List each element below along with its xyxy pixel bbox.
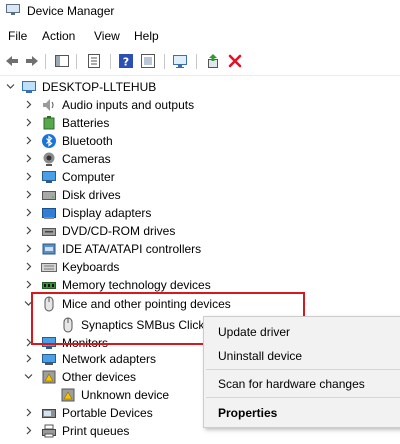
expand-chevron-icon[interactable] [23,407,34,418]
context-uninstall-device[interactable]: Uninstall device [218,349,302,363]
memory-icon [42,282,56,289]
menu-separator [206,369,400,370]
expand-chevron-icon[interactable] [23,189,34,200]
menu-help[interactable]: Help [134,29,159,43]
tree-item-keyboards[interactable]: Keyboards [0,258,400,276]
speaker-icon [43,99,54,111]
expand-chevron-icon[interactable] [23,135,34,146]
tree-item-label: Disk drives [62,188,121,202]
ide-controller-icon [42,243,56,255]
tree-item-ide-controllers[interactable]: IDE ATA/ATAPI controllers [0,240,400,258]
tree-item-label: Network adapters [62,352,157,366]
scan-hardware-icon[interactable] [172,53,188,69]
title-bar: Device Manager [0,0,400,24]
tree-item-label: Batteries [62,116,110,130]
tree-item-disk-drives[interactable]: Disk drives [0,186,400,204]
tree-item-computer[interactable]: Computer [0,168,400,186]
device-manager-icon [6,4,20,15]
root-label: DESKTOP-LLTEHUB [42,80,157,94]
tree-item-label: Bluetooth [62,134,113,148]
tree-item-label: Audio inputs and outputs [62,98,195,112]
context-scan-hardware[interactable]: Scan for hardware changes [218,377,365,391]
context-menu: Update driver Uninstall device Scan for … [203,316,400,428]
menu-separator [206,397,400,398]
context-properties[interactable]: Properties [218,406,277,420]
printer-icon [42,424,56,438]
toolbar-separator [45,54,46,69]
unknown-device-icon [61,388,75,402]
expand-chevron-icon[interactable] [23,261,34,272]
expand-chevron-icon[interactable] [23,207,34,218]
tree-item-label: IDE ATA/ATAPI controllers [62,242,202,256]
computer-icon [42,171,56,183]
tree-item-label: DVD/CD-ROM drives [62,224,176,238]
expand-chevron-icon[interactable] [23,425,34,436]
toolbar-separator [76,54,77,69]
expand-chevron-icon[interactable] [23,353,34,364]
tree-item-dvd-drives[interactable]: DVD/CD-ROM drives [0,222,400,240]
context-update-driver[interactable]: Update driver [218,325,290,339]
show-hidden-icon[interactable] [140,53,156,69]
toolbar-separator [110,54,111,69]
menu-action[interactable]: Action [42,29,75,43]
camera-icon [43,152,55,166]
uninstall-icon[interactable] [227,53,243,69]
tree-item-label: Cameras [62,152,111,166]
other-devices-icon [42,370,56,384]
svg-text:?: ? [123,56,129,69]
expand-chevron-icon[interactable] [23,153,34,164]
tree-item-cameras[interactable]: Cameras [0,150,400,168]
network-icon [42,354,56,365]
menu-view[interactable]: View [94,29,120,43]
tree-item-label: Keyboards [62,260,120,274]
display-adapter-icon [42,208,56,219]
computer-icon [22,81,36,93]
menu-bar: File Action View Help [0,27,400,47]
update-driver-icon[interactable] [205,53,221,69]
collapse-chevron-icon[interactable] [5,81,16,92]
expand-chevron-icon[interactable] [23,117,34,128]
tree-item-display-adapters[interactable]: Display adapters [0,204,400,222]
menu-file[interactable]: File [8,29,27,43]
expand-chevron-icon[interactable] [23,171,34,182]
tree-root[interactable]: DESKTOP-LLTEHUB [0,78,400,96]
tree-item-batteries[interactable]: Batteries [0,114,400,132]
tree-item-label: Print queues [62,424,130,438]
properties-icon[interactable] [86,53,102,69]
tree-item-label: Portable Devices [62,406,153,420]
keyboard-icon [41,263,57,272]
collapse-chevron-icon[interactable] [23,371,34,382]
tree-item-label: Unknown device [81,388,170,402]
forward-arrow-icon[interactable] [24,53,40,69]
expand-chevron-icon[interactable] [23,279,34,290]
expand-chevron-icon[interactable] [23,99,34,110]
tree-item-label: Computer [62,170,115,184]
tree-item-label: Other devices [62,370,137,384]
expand-chevron-icon[interactable] [23,243,34,254]
window-title: Device Manager [27,4,115,18]
back-arrow-icon[interactable] [4,53,20,69]
toolbar-separator [164,54,165,69]
toolbar: ? [0,47,400,76]
bluetooth-icon [42,134,56,148]
disk-icon [42,191,56,200]
help-icon[interactable]: ? [118,53,134,69]
battery-icon [43,116,55,130]
tree-item-label: Memory technology devices [62,278,211,292]
portable-device-icon [42,409,56,418]
expand-chevron-icon[interactable] [23,225,34,236]
dvd-icon [42,228,56,236]
tree-item-bluetooth[interactable]: Bluetooth [0,132,400,150]
show-hide-pane-icon[interactable] [54,53,70,69]
tree-item-label: Display adapters [62,206,152,220]
tree-item-audio[interactable]: Audio inputs and outputs [0,96,400,114]
toolbar-separator [196,54,197,69]
